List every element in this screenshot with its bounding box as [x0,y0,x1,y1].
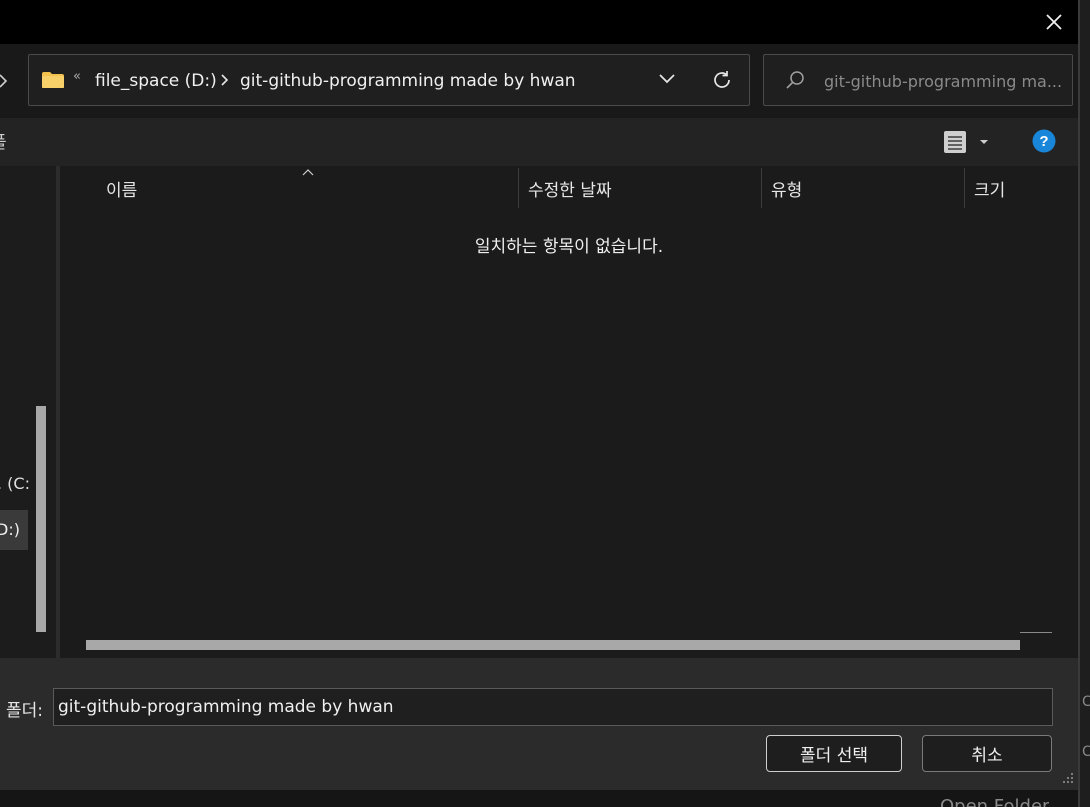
scrollbar-track-end [1020,632,1052,633]
sidebar-item-drive-d[interactable]: D:) [0,510,28,550]
search-box[interactable] [763,54,1073,106]
search-input[interactable] [824,69,1068,93]
breadcrumb-item-drive[interactable]: file_space (D:) [95,71,217,91]
column-header-size[interactable]: 크기 [974,176,1005,201]
column-header-type[interactable]: 유형 [771,176,802,201]
folder-name-input[interactable] [53,688,1053,726]
cancel-button[interactable]: 취소 [922,735,1052,772]
horizontal-scrollbar[interactable] [86,640,1020,650]
help-icon[interactable]: ? [1032,129,1056,153]
sort-ascending-icon [302,169,314,176]
chevron-down-icon[interactable] [657,71,677,87]
column-divider[interactable] [964,168,965,208]
column-header-name[interactable]: 이름 [106,176,137,201]
background-window-title: Open Folder [940,796,1050,807]
sidebar-item-label: D:) [0,520,20,539]
svg-text:?: ? [1039,133,1048,150]
close-icon[interactable] [1040,8,1068,36]
chevron-right-icon[interactable] [219,73,229,87]
breadcrumb-overflow[interactable]: « [73,69,81,84]
background-window: Open Folder [0,790,1078,807]
background-edge-glyph: C [1082,694,1090,710]
column-header-modified[interactable]: 수정한 날짜 [528,176,612,201]
empty-state-message: 일치하는 항목이 없습니다. [474,237,664,257]
resize-grip-icon[interactable] [1062,772,1074,784]
chevron-left-icon[interactable] [0,70,12,90]
toolbar-clipped-button-label[interactable]: 폴 [0,128,7,153]
dialog-titlebar [0,0,1080,44]
refresh-icon[interactable] [711,69,733,91]
sidebar-item-drive-c[interactable]: . (C: [0,474,30,493]
column-divider[interactable] [761,168,762,208]
address-bar[interactable]: « file_space (D:) git-github-programming… [28,54,750,106]
file-list-pane[interactable]: 이름 수정한 날짜 유형 크기 일치하는 항목이 없습니다. [60,166,1078,658]
dialog-border [1078,0,1080,807]
command-bar: 폴 ? [0,118,1078,166]
search-icon [786,71,804,89]
navigation-pane-scrollbar[interactable] [36,406,46,632]
folder-field-label: 폴더: [6,701,44,721]
select-folder-button[interactable]: 폴더 선택 [766,735,902,772]
breadcrumb-item-folder[interactable]: git-github-programming made by hwan [240,71,576,91]
background-window-edge: C C [1080,0,1090,807]
background-edge-glyph: C [1082,744,1090,760]
view-details-icon[interactable] [942,130,968,154]
folder-icon [42,72,64,88]
dropdown-arrow-icon[interactable] [978,138,990,146]
dialog-footer: 폴더: 폴더 선택 취소 [0,658,1078,790]
column-divider[interactable] [518,168,519,208]
navigation-pane [0,166,56,658]
